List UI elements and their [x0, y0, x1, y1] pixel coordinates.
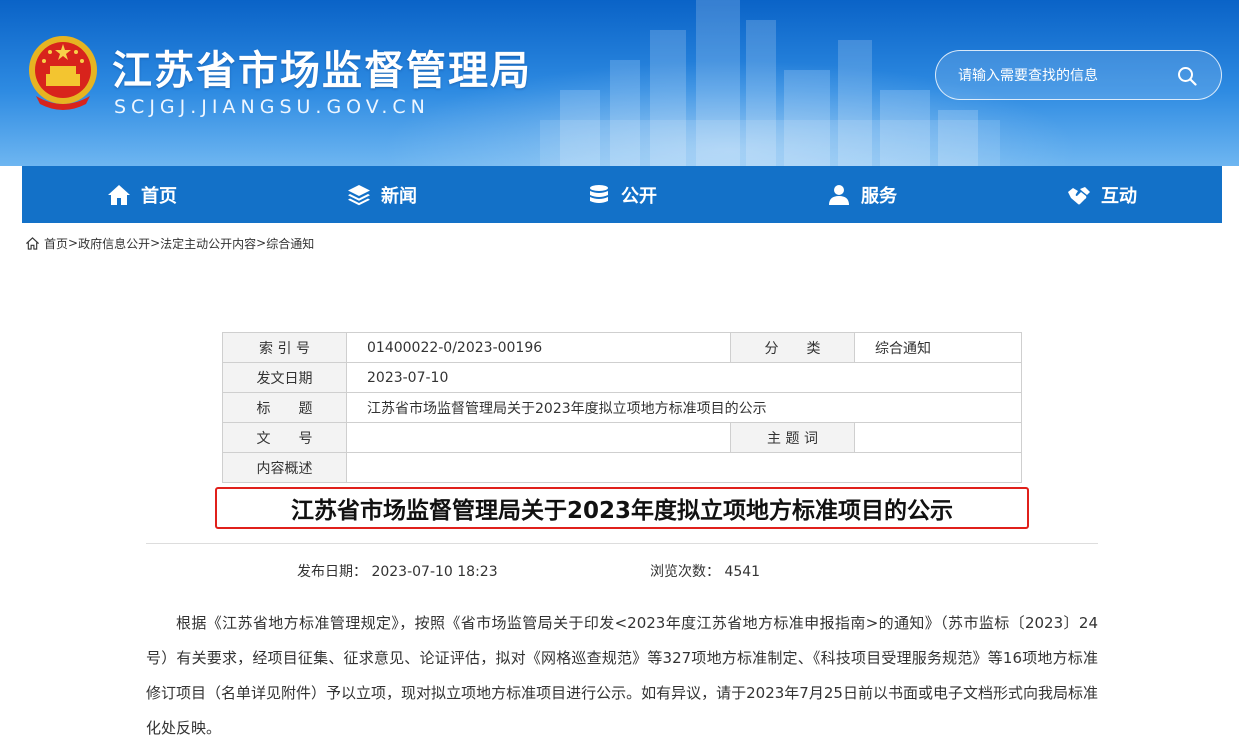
- article-body: 根据《江苏省地方标准管理规定》，按照《省市场监管局关于印发<2023年度江苏省地…: [146, 614, 1098, 737]
- breadcrumb-link-gov-info[interactable]: 政府信息公开: [78, 235, 150, 252]
- doc-no-label: 文 号: [222, 422, 347, 453]
- search-icon[interactable]: [1177, 66, 1197, 86]
- handshake-icon: [1068, 186, 1090, 204]
- summary-value: [346, 452, 1022, 483]
- index-value: 01400022-0/2023-00196: [346, 332, 731, 363]
- document-info-table: 索 引 号 01400022-0/2023-00196 分 类 综合通知 发文日…: [222, 332, 1022, 483]
- search-input[interactable]: [958, 64, 1168, 88]
- home-icon: [108, 184, 130, 205]
- site-domain: SCJGJ.JIANGSU.GOV.CN: [114, 96, 430, 118]
- home-icon: [26, 236, 39, 250]
- table-row: 发文日期 2023-07-10: [222, 362, 1022, 393]
- breadcrumb-link-general-notice[interactable]: 综合通知: [266, 235, 314, 252]
- nav-item-home[interactable]: 首页: [22, 166, 262, 223]
- publish-date: 发布日期： 2023-07-10 18:23: [297, 564, 498, 580]
- nav-item-public[interactable]: 公开: [502, 166, 742, 223]
- nav-item-news[interactable]: 新闻: [262, 166, 502, 223]
- breadcrumb-separator: >: [256, 236, 267, 250]
- view-count: 浏览次数： 4541: [650, 564, 761, 580]
- user-group-icon: [829, 184, 849, 205]
- nav-item-label: 公开: [621, 185, 657, 207]
- title-label: 标 题: [222, 392, 347, 423]
- nav-item-label: 首页: [141, 185, 177, 207]
- national-emblem-icon: [29, 36, 97, 110]
- main-nav: 首页 新闻 公开 服务 互动: [22, 166, 1222, 223]
- table-row: 文 号 主 题 词: [222, 422, 1022, 453]
- table-row: 标 题 江苏省市场监督管理局关于2023年度拟立项地方标准项目的公示: [222, 392, 1022, 423]
- nav-item-service[interactable]: 服务: [742, 166, 982, 223]
- category-value: 综合通知: [854, 332, 1022, 363]
- keyword-value: [854, 422, 1022, 453]
- nav-item-interact[interactable]: 互动: [982, 166, 1222, 223]
- summary-label: 内容概述: [222, 452, 347, 483]
- search-box: [935, 50, 1222, 100]
- article-title: 江苏省市场监督管理局关于2023年度拟立项地方标准项目的公示: [215, 487, 1029, 529]
- breadcrumb-separator: >: [68, 236, 79, 250]
- doc-no-value: [346, 422, 731, 453]
- keyword-label: 主 题 词: [730, 422, 855, 453]
- date-value: 2023-07-10: [346, 362, 1022, 393]
- database-icon: [590, 184, 608, 203]
- divider: [146, 543, 1098, 544]
- site-title: 江苏省市场监督管理局: [112, 48, 532, 94]
- category-label: 分 类: [730, 332, 855, 363]
- breadcrumb: 首页 > 政府信息公开 > 法定主动公开内容 > 综合通知: [26, 234, 314, 252]
- nav-item-label: 新闻: [381, 185, 417, 207]
- index-label: 索 引 号: [222, 332, 347, 363]
- layers-icon: [348, 184, 370, 205]
- nav-item-label: 互动: [1101, 185, 1137, 207]
- title-value: 江苏省市场监督管理局关于2023年度拟立项地方标准项目的公示: [346, 392, 1022, 423]
- header-banner: 江苏省市场监督管理局 SCJGJ.JIANGSU.GOV.CN: [0, 0, 1239, 166]
- date-label: 发文日期: [222, 362, 347, 393]
- breadcrumb-separator: >: [150, 236, 161, 250]
- table-row: 索 引 号 01400022-0/2023-00196 分 类 综合通知: [222, 332, 1022, 363]
- city-skyline-graphic: [540, 0, 1000, 166]
- nav-item-label: 服务: [861, 185, 897, 207]
- breadcrumb-link-home[interactable]: 首页: [44, 235, 68, 252]
- table-row: 内容概述: [222, 452, 1022, 483]
- breadcrumb-link-statutory[interactable]: 法定主动公开内容: [160, 235, 256, 252]
